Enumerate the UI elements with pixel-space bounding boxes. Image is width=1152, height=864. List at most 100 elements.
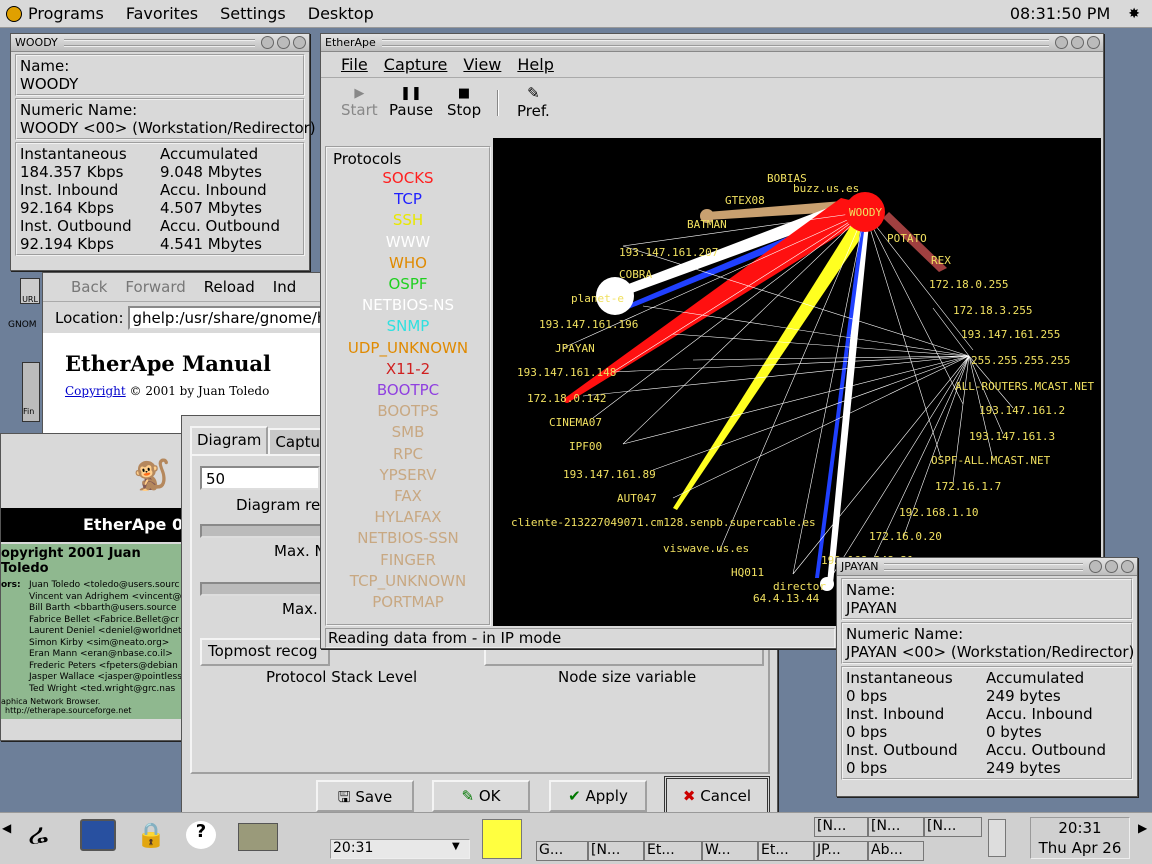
cancel-button[interactable]: ✖ Cancel	[664, 776, 770, 816]
minimize-icon[interactable]	[1089, 560, 1102, 573]
node-label[interactable]: 193.147.161.196	[539, 318, 638, 331]
protocol-item[interactable]: NETBIOS-NS	[327, 295, 489, 316]
protocol-item[interactable]: UDP_UNKNOWN	[327, 338, 489, 359]
copyright-link[interactable]: Copyright	[65, 384, 126, 398]
gnome-foot-icon[interactable]	[6, 5, 22, 22]
task-button-5[interactable]: Et...	[758, 841, 814, 861]
node-label[interactable]: 193.147.161.2	[979, 404, 1065, 417]
minimize-icon[interactable]	[261, 36, 274, 49]
protocol-item[interactable]: BOOTPC	[327, 380, 489, 401]
pager-dropdown-icon[interactable]: ▼	[452, 841, 460, 852]
tab-diagram[interactable]: Diagram	[190, 426, 269, 454]
protocol-item[interactable]: SNMP	[327, 316, 489, 337]
node-label[interactable]: 172.16.1.7	[935, 480, 1001, 493]
menu-file[interactable]: File	[341, 55, 368, 74]
stop-button[interactable]: ■ Stop	[447, 86, 481, 119]
task-button-7[interactable]: Ab...	[868, 841, 924, 861]
node-label[interactable]: 193.147.161.3	[969, 430, 1055, 443]
reload-button[interactable]: Reload	[204, 278, 255, 296]
forward-button[interactable]: Forward	[125, 278, 185, 296]
task-button-8[interactable]: [N...	[814, 817, 868, 837]
node-label[interactable]: 172.18.3.255	[953, 304, 1032, 317]
node-label[interactable]: 192.168.1.10	[899, 506, 978, 519]
close-icon[interactable]	[293, 36, 306, 49]
back-button[interactable]: Back	[71, 278, 107, 296]
protocol-item[interactable]: OSPF	[327, 274, 489, 295]
network-diagram[interactable]: BOBIAS buzz.us.es GTEX08 BATMAN WOODY POTATO R…	[493, 138, 1101, 626]
gnome-foot-launcher-icon[interactable]: ሬ	[28, 817, 48, 852]
node-label[interactable]: OSPF-ALL.MCAST.NET	[931, 454, 1050, 467]
desktop-icon-fin[interactable]: Fin	[22, 362, 40, 422]
menu-capture[interactable]: Capture	[384, 55, 448, 74]
woody-titlebar[interactable]: WOODY	[11, 34, 309, 52]
preferences-button[interactable]: ✎ Pref.	[517, 84, 550, 120]
node-label[interactable]: WOODY	[849, 206, 882, 219]
task-button-9[interactable]: [N...	[868, 817, 924, 837]
protocol-item[interactable]: WWW	[327, 232, 489, 253]
node-label[interactable]: JPAYAN	[555, 342, 595, 355]
menu-favorites[interactable]: Favorites	[126, 4, 198, 23]
task-button-4[interactable]: W...	[702, 841, 758, 861]
protocol-item[interactable]: RPC	[327, 444, 489, 465]
menu-view[interactable]: View	[463, 55, 501, 74]
node-label[interactable]: 255.255.255.255	[971, 354, 1070, 367]
protocol-item[interactable]: SOCKS	[327, 168, 489, 189]
menu-programs[interactable]: Programs	[28, 4, 104, 23]
window-list-icon[interactable]	[988, 819, 1006, 857]
node-label[interactable]: AUT047	[617, 492, 657, 505]
sawfish-icon[interactable]: ✸	[1128, 6, 1140, 22]
node-label[interactable]: 172.16.0.20	[869, 530, 942, 543]
start-button[interactable]: ▶ Start	[341, 86, 378, 119]
node-label[interactable]: REX	[931, 254, 951, 267]
node-label[interactable]: 193.147.161.207	[619, 246, 718, 259]
diagram-refresh-input[interactable]: 50	[200, 466, 320, 490]
protocol-item[interactable]: WHO	[327, 253, 489, 274]
node-label[interactable]: BATMAN	[687, 218, 727, 231]
protocol-item[interactable]: FAX	[327, 486, 489, 507]
protocol-item[interactable]: PORTMAP	[327, 592, 489, 613]
max-slider[interactable]	[200, 582, 330, 596]
node-label[interactable]: 193.147.161.89	[563, 468, 656, 481]
gnome-monitor-icon[interactable]	[80, 819, 116, 851]
node-label[interactable]: ALL-ROUTERS.MCAST.NET	[955, 380, 1094, 393]
index-button[interactable]: Ind	[273, 278, 296, 296]
pause-button[interactable]: ❚❚ Pause	[389, 86, 433, 119]
node-label[interactable]: IPF00	[569, 440, 602, 453]
menu-settings[interactable]: Settings	[220, 4, 286, 23]
desktop-icon-url[interactable]: URL	[20, 278, 40, 304]
maximize-icon[interactable]	[277, 36, 290, 49]
protocol-item[interactable]: NETBIOS-SSN	[327, 528, 489, 549]
desktop-pager[interactable]	[482, 819, 522, 859]
node-label[interactable]: cliente-213227049071.cm128.senpb.superca…	[511, 516, 816, 529]
panel-hide-left-arrow[interactable]: ◀	[2, 821, 11, 835]
protocol-item[interactable]: SMB	[327, 422, 489, 443]
panel-clock[interactable]: 08:31:50 PM	[1010, 4, 1110, 23]
protocol-item[interactable]: FINGER	[327, 550, 489, 571]
panel-hide-right-arrow[interactable]: ▶	[1138, 821, 1147, 835]
jpayan-titlebar[interactable]: JPAYAN	[837, 558, 1137, 576]
task-button-2[interactable]: [N...	[588, 841, 644, 861]
lock-icon[interactable]: 🔒	[136, 821, 166, 849]
node-label[interactable]: 64.4.13.44	[753, 592, 819, 605]
maximize-icon[interactable]	[1071, 36, 1084, 49]
node-label[interactable]: buzz.us.es	[793, 182, 859, 195]
save-button[interactable]: 🖫 Save	[316, 780, 414, 812]
toolbox-icon[interactable]	[238, 823, 278, 851]
apply-button[interactable]: ✔ Apply	[549, 780, 647, 812]
desktop-icon-gnome[interactable]: GNOM	[8, 320, 40, 340]
node-label[interactable]: 172.18.0.255	[929, 278, 1008, 291]
protocol-item[interactable]: HYLAFAX	[327, 507, 489, 528]
node-label[interactable]: viswave.us.es	[663, 542, 749, 555]
node-label[interactable]: 172.18.0.142	[527, 392, 606, 405]
node-label[interactable]: 193.147.161.255	[961, 328, 1060, 341]
close-icon[interactable]	[1121, 560, 1134, 573]
help-icon[interactable]: ?	[186, 821, 216, 849]
protocol-item[interactable]: X11-2	[327, 359, 489, 380]
menu-help[interactable]: Help	[517, 55, 553, 74]
location-input[interactable]: ghelp:/usr/share/gnome/h	[127, 305, 331, 330]
task-button-3[interactable]: Et...	[644, 841, 702, 861]
minimize-icon[interactable]	[1055, 36, 1068, 49]
protocol-item[interactable]: TCP	[327, 189, 489, 210]
task-button-10[interactable]: [N...	[924, 817, 982, 837]
maximize-icon[interactable]	[1105, 560, 1118, 573]
